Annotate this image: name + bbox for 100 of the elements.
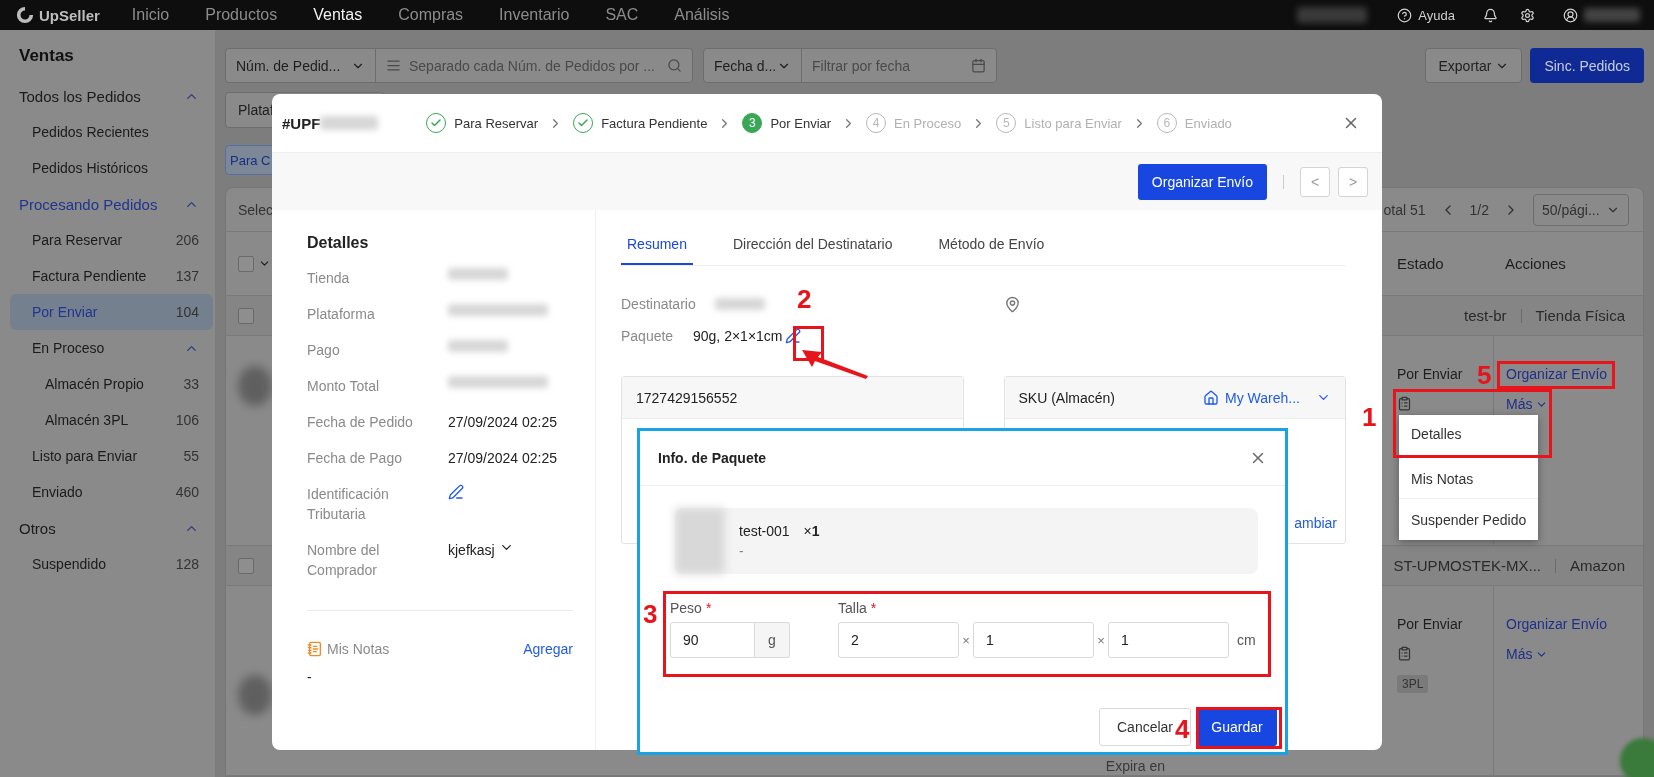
select-label: Selec xyxy=(238,201,274,218)
note-icon[interactable] xyxy=(1397,646,1412,661)
step-label: Listo para Enviar xyxy=(1024,115,1122,131)
platform-name: Tienda Física xyxy=(1535,307,1625,324)
redacted-value xyxy=(448,268,508,280)
callout-number: 2 xyxy=(797,286,812,312)
warehouse-select[interactable]: My Wareh... xyxy=(1225,389,1300,406)
nav-item[interactable]: Inventario xyxy=(499,6,570,24)
order-id: 1727429156552 xyxy=(636,389,738,406)
note-icon[interactable] xyxy=(1397,396,1412,411)
redacted-value xyxy=(320,116,379,130)
more-link[interactable]: Más xyxy=(1506,396,1549,412)
expiry-label: Expira en xyxy=(1105,758,1165,774)
column-header: Acciones xyxy=(1505,255,1567,272)
step-label: En Proceso xyxy=(894,115,962,131)
store-name: test-br xyxy=(1464,307,1507,324)
page-indicator: 1/2 xyxy=(1469,201,1489,218)
menu-item[interactable]: Mis Notas xyxy=(1399,459,1538,498)
detail-label: Monto Total xyxy=(307,377,381,396)
sku-text: test-001 xyxy=(739,523,790,539)
sidebar-item[interactable]: Factura Pendiente 137 xyxy=(10,258,213,294)
photo-placeholder xyxy=(238,366,272,406)
edit-icon[interactable] xyxy=(448,484,464,500)
sidebar-item[interactable]: Todos los Pedidos xyxy=(10,78,213,114)
bell-icon[interactable] xyxy=(1483,7,1498,23)
more-link[interactable]: Más xyxy=(1506,646,1549,662)
weight-label: Peso * xyxy=(670,600,713,616)
menu-item[interactable]: Detalles xyxy=(1399,415,1538,453)
dimension-input[interactable]: 1 xyxy=(973,622,1094,658)
next-button[interactable]: > xyxy=(1338,166,1368,197)
order-number: #UPF xyxy=(282,114,321,132)
help-link[interactable]: Ayuda xyxy=(1418,7,1455,23)
arrange-link[interactable]: Organizar Envío xyxy=(1506,616,1608,632)
sidebar-item[interactable]: Suspendido 128 xyxy=(10,546,213,582)
detail-label: Fecha de Pedido xyxy=(307,413,414,432)
tab[interactable]: Resumen xyxy=(621,224,693,265)
photo-placeholder xyxy=(238,675,272,715)
callout-number: 5 xyxy=(1477,362,1492,388)
times-sign: × xyxy=(1096,632,1106,648)
redacted-value xyxy=(448,340,508,352)
previous-button[interactable]: < xyxy=(1300,166,1330,197)
total-count: otal 51 xyxy=(1383,201,1426,218)
export-button[interactable]: Exportar xyxy=(1425,48,1523,83)
unit-label: g xyxy=(755,622,790,658)
tab[interactable]: Método de Envío xyxy=(932,224,1051,265)
detail-label: Fecha de Pago xyxy=(307,449,403,468)
arrange-shipment-button[interactable]: Organizar Envío xyxy=(1137,163,1267,200)
step-label: Por Enviar xyxy=(770,115,832,131)
edit-icon[interactable] xyxy=(784,328,801,344)
dialog-title: Info. de Paquete xyxy=(658,450,767,466)
sidebar-item[interactable]: Pedidos Históricos xyxy=(10,150,213,186)
nav-item[interactable]: Productos xyxy=(205,6,278,24)
step-number: 4 xyxy=(866,113,887,133)
sidebar-item[interactable]: Almacén 3PL 106 xyxy=(10,402,213,438)
nav-item[interactable]: Análisis xyxy=(674,6,730,24)
step-number: 6 xyxy=(1156,113,1177,133)
change-link[interactable]: ambiar xyxy=(1294,515,1337,531)
help-icon[interactable] xyxy=(1397,7,1413,23)
settings-icon[interactable] xyxy=(1520,7,1535,23)
sidebar-item[interactable]: Procesando Pedidos xyxy=(10,186,213,222)
column-header: Estado xyxy=(1397,255,1445,272)
sidebar-item[interactable]: En Proceso xyxy=(10,330,213,366)
checkbox[interactable] xyxy=(238,307,254,324)
location-pin-icon[interactable] xyxy=(1003,295,1021,313)
sidebar-item[interactable]: Por Enviar 104 xyxy=(10,294,213,330)
sync-button[interactable]: Sinc. Pedidos xyxy=(1530,48,1644,83)
dimension-input[interactable]: 2 xyxy=(838,622,959,658)
step-label: Factura Pendiente xyxy=(601,115,708,131)
sidebar-item[interactable]: Listo para Enviar 55 xyxy=(10,438,213,474)
nav-item[interactable]: Ventas xyxy=(313,6,363,24)
weight-input[interactable]: 90 xyxy=(670,622,755,658)
nav-item[interactable]: Inicio xyxy=(131,6,170,24)
step-number: 5 xyxy=(996,113,1017,133)
sidebar-item[interactable]: Enviado 460 xyxy=(10,474,213,510)
dimension-input[interactable]: 1 xyxy=(1108,622,1229,658)
size-label: Talla * xyxy=(838,600,878,616)
package-value: 90g, 2×1×1cm xyxy=(693,328,783,344)
unit-label: cm xyxy=(1237,632,1256,648)
sidebar-item[interactable]: Almacén Propio 33 xyxy=(10,366,213,402)
buyer-name: kjefkasj xyxy=(448,541,495,560)
photo-placeholder xyxy=(675,508,725,574)
user-icon[interactable] xyxy=(1563,7,1578,23)
sidebar-item[interactable]: Otros xyxy=(10,510,213,546)
nav-item[interactable]: SAC xyxy=(605,6,639,24)
checkbox[interactable] xyxy=(238,255,254,272)
checkbox[interactable] xyxy=(238,557,254,574)
save-button[interactable]: Guardar xyxy=(1197,708,1277,746)
page-size-select[interactable]: 50/pági... xyxy=(1533,193,1629,226)
step-number: 3 xyxy=(742,113,763,133)
callout-number: 1 xyxy=(1362,404,1377,430)
tab[interactable]: Dirección del Destinatario xyxy=(726,224,899,265)
detail-label: Tienda xyxy=(307,269,351,288)
nav-item[interactable]: Compras xyxy=(398,6,464,24)
detail-label: Identificación Tributaria xyxy=(307,485,390,524)
variant-text: - xyxy=(739,543,745,559)
arrange-link[interactable]: Organizar Envío xyxy=(1506,366,1608,382)
add-link[interactable]: Agregar xyxy=(523,641,573,657)
sidebar-item[interactable]: Para Reservar 206 xyxy=(10,222,213,258)
sidebar-item[interactable]: Pedidos Recientes xyxy=(10,114,213,150)
sidebar-title: Ventas xyxy=(18,46,75,66)
